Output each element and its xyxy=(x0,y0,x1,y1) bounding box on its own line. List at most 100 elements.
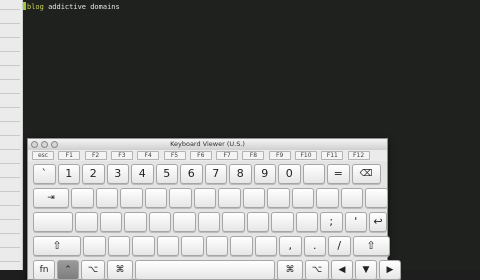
letter-key[interactable] xyxy=(156,236,179,256)
key-0[interactable]: 0 xyxy=(278,164,301,184)
gutter-line xyxy=(0,51,20,52)
key-f2[interactable]: F2 xyxy=(84,151,107,160)
gutter-line xyxy=(0,191,20,192)
letter-key[interactable]: , xyxy=(279,236,302,256)
letter-key[interactable] xyxy=(365,188,388,208)
letter-key[interactable] xyxy=(107,236,130,256)
letter-key[interactable] xyxy=(291,188,314,208)
letter-key[interactable] xyxy=(230,236,253,256)
return-key[interactable]: ↩ xyxy=(369,212,387,232)
key-f9[interactable]: F9 xyxy=(268,151,291,160)
letter-key[interactable] xyxy=(197,212,220,232)
key-1[interactable]: 1 xyxy=(57,164,80,184)
letter-key[interactable] xyxy=(316,188,339,208)
gutter-line xyxy=(0,23,20,24)
letter-key[interactable] xyxy=(169,188,192,208)
letter-key[interactable]: ; xyxy=(320,212,343,232)
key-f10[interactable]: F10 xyxy=(295,151,317,160)
letter-key[interactable] xyxy=(144,188,167,208)
letter-key[interactable]: ' xyxy=(344,212,367,232)
keyboard-viewer-window[interactable]: Keyboard Viewer (U.S.) esc F1 F2 F3 F4 F5 F6 F7… xyxy=(27,138,401,280)
letter-key[interactable]: . xyxy=(303,236,326,256)
key-esc[interactable]: esc xyxy=(32,151,54,160)
letter-key[interactable]: / xyxy=(328,236,351,256)
letter-key[interactable] xyxy=(71,188,94,208)
window-title: Keyboard Viewer (U.S.) xyxy=(170,140,245,148)
key-f7[interactable]: F7 xyxy=(216,151,239,160)
letter-key[interactable] xyxy=(205,236,228,256)
key-4[interactable]: 4 xyxy=(131,164,154,184)
key-8[interactable]: 8 xyxy=(229,164,252,184)
letter-key[interactable] xyxy=(83,236,106,256)
letter-key[interactable] xyxy=(99,212,122,232)
letter-key[interactable] xyxy=(181,236,204,256)
letter-key[interactable] xyxy=(124,212,147,232)
key-=[interactable]: = xyxy=(327,164,350,184)
key-minus[interactable] xyxy=(302,164,325,184)
key-6[interactable]: 6 xyxy=(180,164,203,184)
modifier-key[interactable]: ▼ xyxy=(355,260,377,280)
modifier-key[interactable]: ⌃ xyxy=(57,260,79,280)
letter-key[interactable] xyxy=(242,188,265,208)
cursor-marker xyxy=(23,2,26,10)
gutter-line xyxy=(0,121,20,122)
letter-key[interactable] xyxy=(173,212,196,232)
delete-key[interactable]: ⌫ xyxy=(351,164,381,184)
key-f4[interactable]: F4 xyxy=(137,151,160,160)
letter-key[interactable] xyxy=(340,188,363,208)
letter-key[interactable] xyxy=(75,212,98,232)
letter-key[interactable] xyxy=(222,212,245,232)
key-5[interactable]: 5 xyxy=(155,164,178,184)
gutter-line xyxy=(0,219,20,220)
line-number-gutter xyxy=(0,0,23,270)
key-f5[interactable]: F5 xyxy=(163,151,186,160)
key-7[interactable]: 7 xyxy=(204,164,227,184)
key-f11[interactable]: F11 xyxy=(321,151,344,160)
key-f12[interactable]: F12 xyxy=(347,151,370,160)
letter-key[interactable] xyxy=(254,236,277,256)
key-f1[interactable]: F1 xyxy=(58,151,81,160)
gutter-line xyxy=(0,261,20,262)
function-key-row: esc F1 F2 F3 F4 F5 F6 F7 F8 F9 F10 F11 F12 xyxy=(28,150,387,161)
caps-lock-key[interactable] xyxy=(33,212,73,232)
key-f8[interactable]: F8 xyxy=(242,151,265,160)
letter-key[interactable] xyxy=(193,188,216,208)
gutter-line xyxy=(0,233,20,234)
modifier-key[interactable]: ▶ xyxy=(379,260,401,280)
key-`[interactable]: ` xyxy=(33,164,56,184)
key-f3[interactable]: F3 xyxy=(110,151,133,160)
key-3[interactable]: 3 xyxy=(106,164,129,184)
modifier-key[interactable]: ◀ xyxy=(331,260,353,280)
modifier-key[interactable]: ⌥ xyxy=(81,260,105,280)
gutter-line xyxy=(0,93,20,94)
keyword-text: blog xyxy=(27,3,44,11)
letter-key[interactable] xyxy=(271,212,294,232)
key-f6[interactable]: F6 xyxy=(189,151,212,160)
modifier-key[interactable]: ⌘ xyxy=(277,260,303,280)
letter-key[interactable] xyxy=(132,236,155,256)
letter-key[interactable] xyxy=(246,212,269,232)
letter-key[interactable] xyxy=(95,188,118,208)
modifier-key[interactable]: ⌘ xyxy=(107,260,133,280)
gutter-line xyxy=(0,177,20,178)
gutter-line xyxy=(0,163,20,164)
left-shift-key[interactable]: ⇧ xyxy=(33,236,81,256)
modifier-key[interactable]: fn xyxy=(33,260,55,280)
gutter-line xyxy=(0,247,20,248)
tab-key[interactable]: ⇥ xyxy=(33,188,69,208)
gutter-line xyxy=(0,149,20,150)
code-line-1: blog addictive domains xyxy=(23,2,120,11)
gutter-line xyxy=(0,37,20,38)
letter-key[interactable] xyxy=(120,188,143,208)
key-9[interactable]: 9 xyxy=(253,164,276,184)
gutter-line xyxy=(0,135,20,136)
key-2[interactable]: 2 xyxy=(82,164,105,184)
right-shift-key[interactable]: ⇧ xyxy=(352,236,390,256)
letter-key[interactable] xyxy=(295,212,318,232)
line-text: addictive domains xyxy=(48,3,120,11)
modifier-key[interactable] xyxy=(135,260,275,280)
modifier-key[interactable]: ⌥ xyxy=(305,260,329,280)
letter-key[interactable] xyxy=(148,212,171,232)
letter-key[interactable] xyxy=(218,188,241,208)
letter-key[interactable] xyxy=(267,188,290,208)
